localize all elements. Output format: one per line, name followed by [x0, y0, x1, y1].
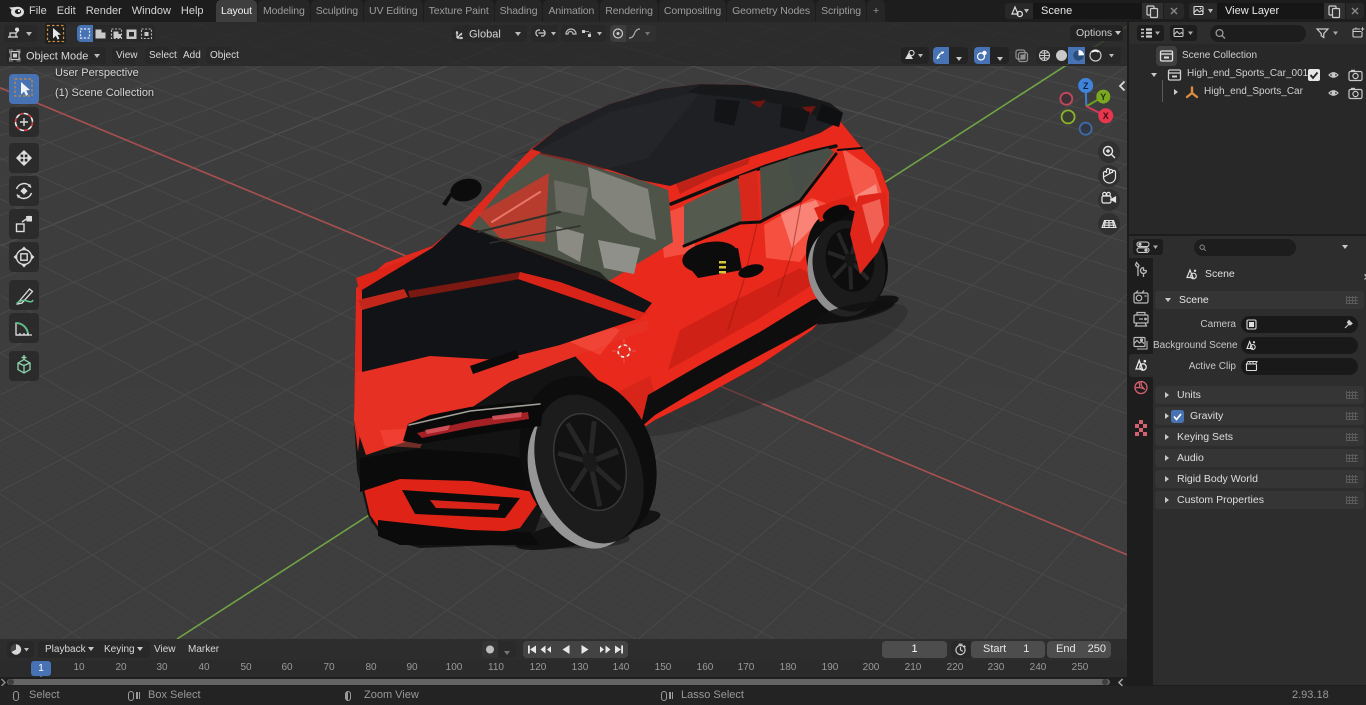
- svg-text:X: X: [1103, 111, 1109, 121]
- svg-text:Object Mode: Object Mode: [26, 51, 88, 63]
- svg-text:Global: Global: [469, 29, 501, 41]
- svg-text:Z: Z: [1083, 81, 1089, 91]
- svg-text:Y: Y: [1100, 92, 1106, 102]
